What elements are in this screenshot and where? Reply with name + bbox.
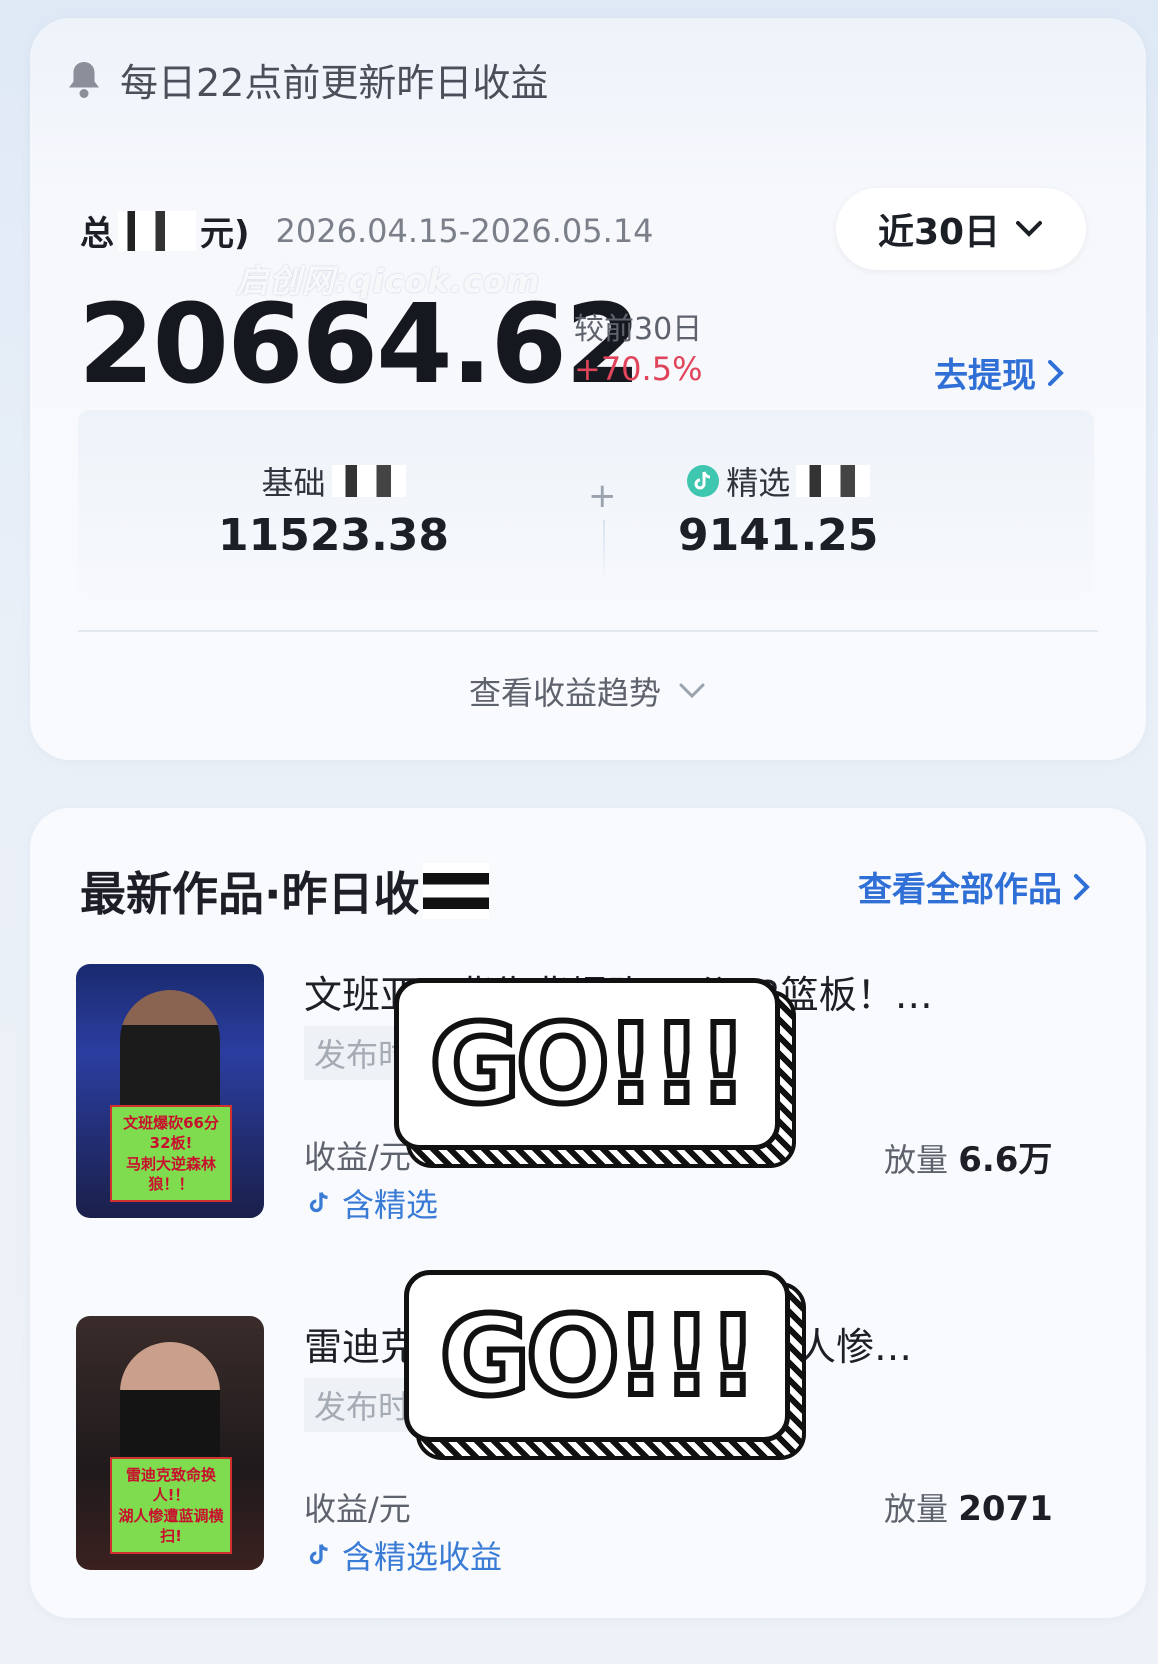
views-count: 放量 6.6万: [884, 1140, 1053, 1180]
featured-earnings: 精选 9141.25: [678, 458, 878, 561]
featured-tag: 含精选: [304, 1180, 438, 1226]
redacted-text: [796, 465, 871, 497]
notice-text: 每日22点前更新昨日收益: [120, 61, 549, 105]
chevron-right-icon: [1074, 873, 1090, 900]
basic-value: 11523.38: [218, 510, 450, 561]
view-all-label: 查看全部作品: [858, 870, 1062, 910]
go-sticker: GO!!!: [394, 978, 796, 1168]
go-sticker: GO!!!: [404, 1270, 806, 1460]
basic-label: 基础: [261, 464, 326, 502]
total-unit: 元): [200, 214, 250, 254]
compare-value: +70.5%: [574, 350, 703, 388]
video-thumbnail[interactable]: 雷迪克致命换人!！ 湖人惨遭蓝调横扫!: [76, 1316, 264, 1570]
tiktok-icon: [687, 465, 720, 497]
basic-earnings: 基础 11523.38: [218, 458, 449, 561]
divider: [78, 630, 1098, 632]
latest-works-card: 最新作品·昨日收 查看全部作品 文班爆砍66分32板! 马刺大逆森林狼！！ 文班…: [30, 808, 1146, 1618]
compare-label: 较前30日: [574, 312, 703, 347]
trend-label: 查看收益趋势: [468, 674, 661, 712]
compare-block: 较前30日 +70.5%: [574, 304, 702, 388]
total-row: 总 元) 2026.04.15-2026.05.14: [80, 206, 654, 255]
tiktok-icon: [309, 1544, 328, 1565]
thumbnail-caption: 文班爆砍66分32板! 马刺大逆森林狼！！: [110, 1105, 232, 1202]
date-range: 2026.04.15-2026.05.14: [275, 211, 654, 250]
section-title: 最新作品·昨日收: [80, 858, 490, 924]
total-label: 总: [80, 214, 114, 254]
go-text: GO!!!: [427, 997, 751, 1131]
withdraw-link[interactable]: 去提现: [934, 348, 1066, 397]
redacted-text: [118, 210, 196, 251]
earnings-summary-card: 每日22点前更新昨日收益 总 元) 2026.04.15-2026.05.14 …: [30, 18, 1146, 760]
earnings-label: 收益/元: [304, 1490, 411, 1528]
go-text: GO!!!: [437, 1289, 761, 1423]
chevron-right-icon: [1048, 359, 1064, 386]
featured-value: 9141.25: [678, 510, 879, 561]
period-selector[interactable]: 近30日: [836, 188, 1086, 270]
withdraw-label: 去提现: [934, 356, 1036, 396]
total-amount: 20664.62: [78, 280, 642, 408]
update-notice: 每日22点前更新昨日收益: [66, 52, 548, 107]
redacted-text: [423, 863, 490, 919]
earnings-breakdown: 基础 11523.38 + 精选 9141.25: [78, 410, 1094, 600]
view-all-works-link[interactable]: 查看全部作品: [858, 862, 1092, 911]
views-count: 放量 2071: [884, 1489, 1053, 1529]
redacted-text: [331, 465, 406, 497]
tiktok-icon: [309, 1192, 328, 1213]
featured-tag: 含精选收益: [304, 1532, 502, 1578]
video-thumbnail[interactable]: 文班爆砍66分32板! 马刺大逆森林狼！！: [76, 964, 264, 1218]
divider: [603, 520, 605, 580]
period-label: 近30日: [877, 212, 1001, 253]
view-trend-toggle[interactable]: 查看收益趋势: [30, 668, 1146, 714]
plus-icon: +: [588, 476, 617, 516]
bell-icon: [69, 61, 99, 98]
featured-label: 精选: [726, 464, 791, 502]
thumbnail-caption: 雷迪克致命换人!！ 湖人惨遭蓝调横扫!: [110, 1457, 232, 1554]
chevron-down-icon: [679, 683, 705, 699]
chevron-down-icon: [1016, 221, 1043, 237]
